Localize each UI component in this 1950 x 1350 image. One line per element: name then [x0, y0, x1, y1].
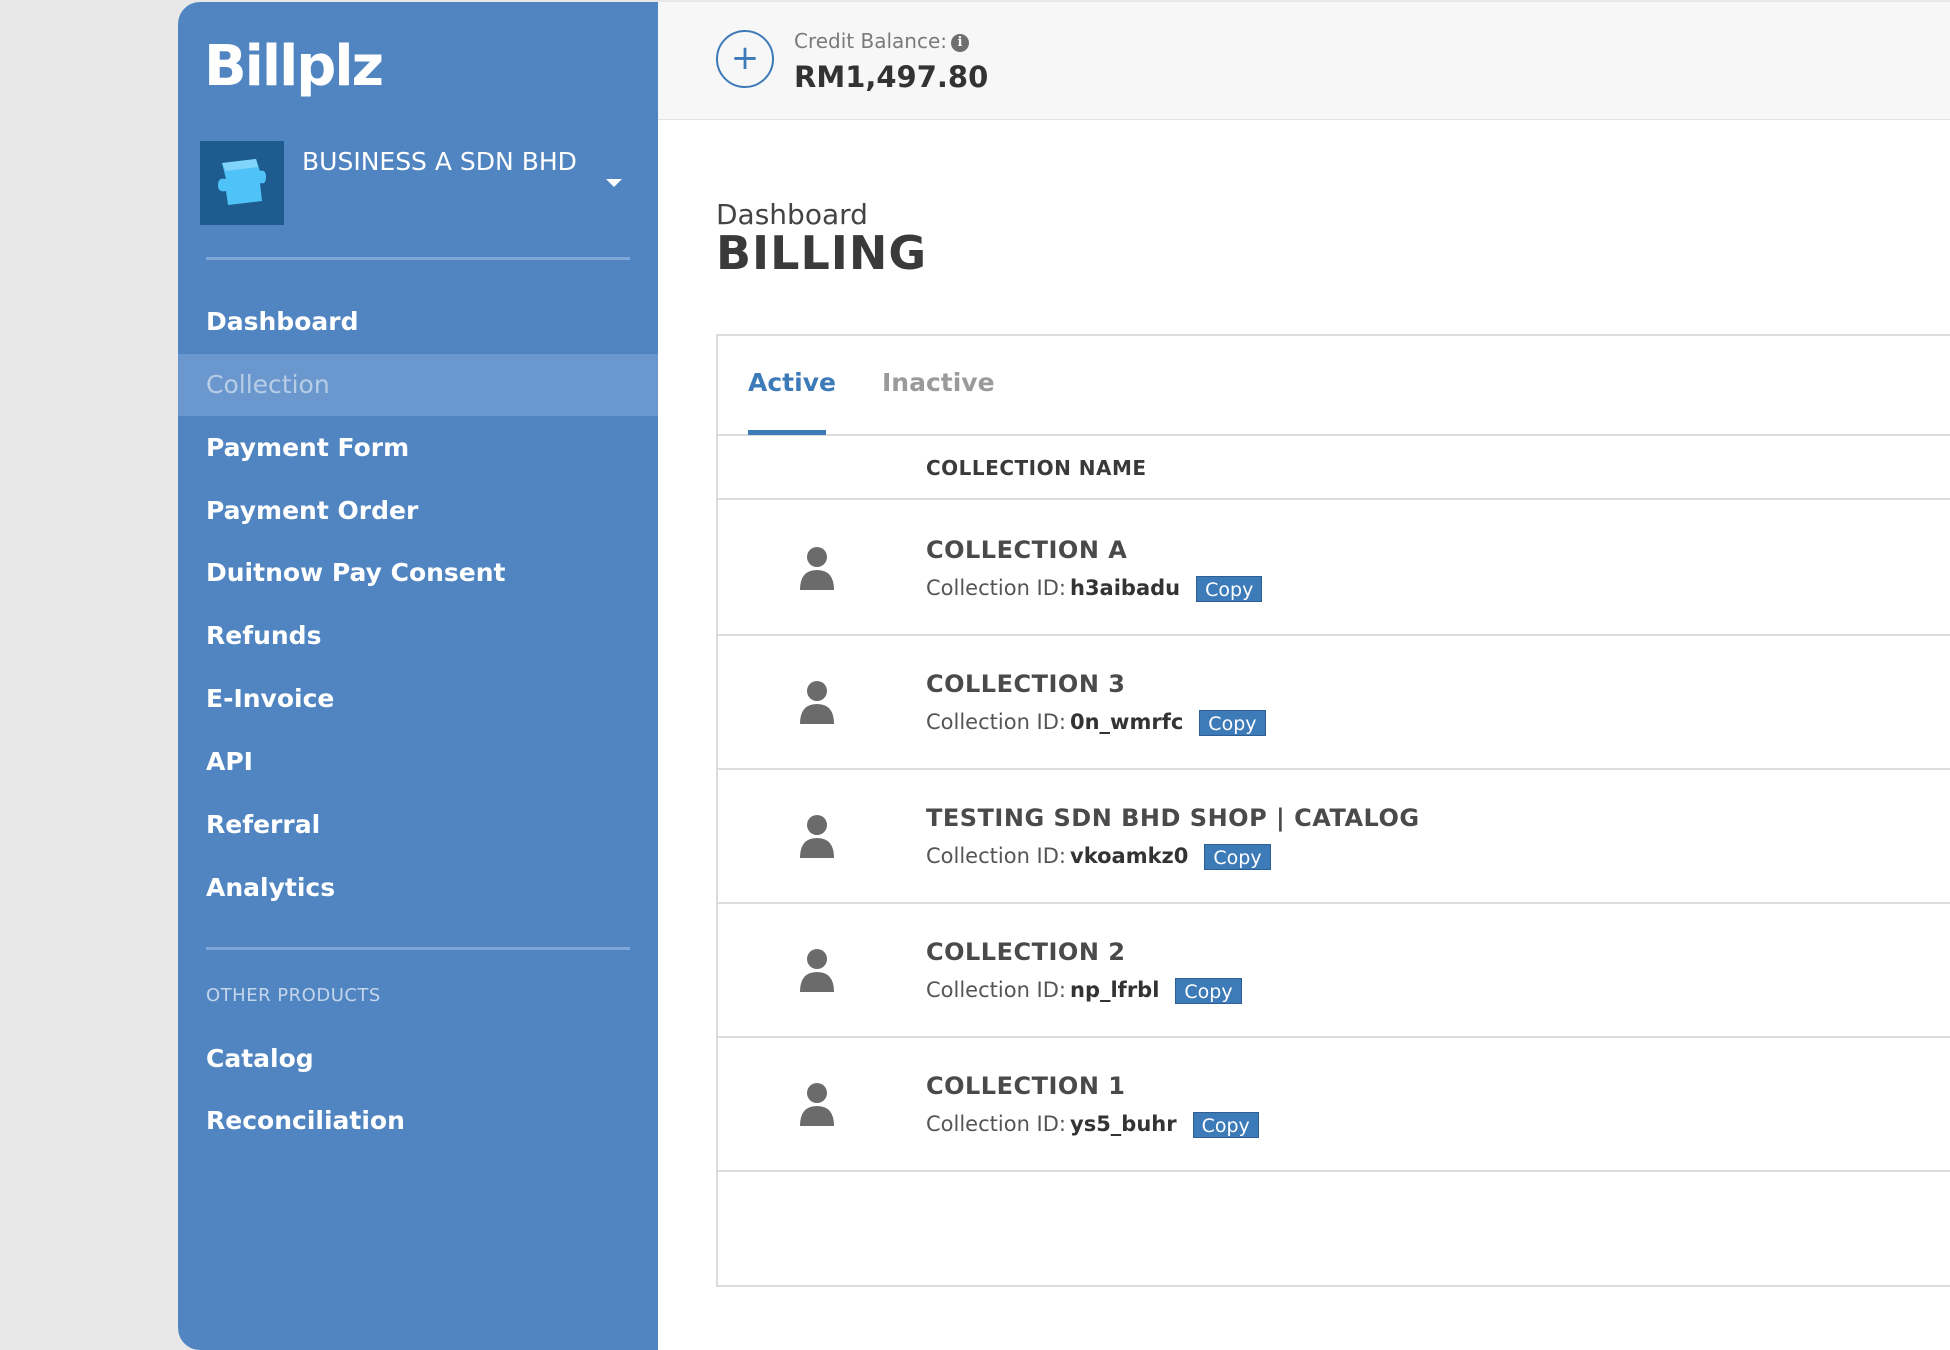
table-header: COLLECTION NAME — [718, 436, 1950, 500]
collection-id-value: vkoamkz0 — [1070, 844, 1189, 868]
collection-id: Collection ID: ys5_buhr Copy — [926, 1112, 1259, 1138]
caret-down-icon — [606, 179, 622, 187]
credit-balance-label-text: Credit Balance: — [794, 29, 948, 53]
puzzle-logo-icon — [218, 159, 266, 205]
sidebar-item-refunds[interactable]: Refunds — [178, 605, 658, 667]
sidebar-item-reconciliation[interactable]: Reconciliation — [178, 1090, 658, 1152]
sidebar-item-catalog[interactable]: Catalog — [178, 1028, 658, 1090]
collection-id: Collection ID: 0n_wmrfc Copy — [926, 710, 1266, 736]
sidebar-divider — [206, 947, 630, 950]
page-title: BILLING — [716, 226, 928, 280]
user-icon — [800, 815, 834, 858]
collection-id: Collection ID: h3aibadu Copy — [926, 576, 1263, 602]
table-row[interactable]: COLLECTION 1 Collection ID: ys5_buhr Copy — [718, 1038, 1950, 1172]
collection-id: Collection ID: vkoamkz0 Copy — [926, 844, 1271, 870]
collection-name[interactable]: COLLECTION A — [926, 536, 1127, 564]
collection-name[interactable]: COLLECTION 3 — [926, 670, 1125, 698]
billplz-logo[interactable]: Billplz — [204, 34, 384, 99]
collection-id-value: h3aibadu — [1070, 576, 1181, 600]
info-icon[interactable]: i — [951, 33, 970, 52]
sidebar-item-referral[interactable]: Referral — [178, 794, 658, 856]
sidebar: Billplz BUSINESS A SDN BHD Dashboard Col… — [178, 2, 658, 1350]
collection-id-label: Collection ID: — [926, 1112, 1066, 1136]
app-window: Billplz BUSINESS A SDN BHD Dashboard Col… — [178, 2, 1950, 1350]
tab-active[interactable]: Active — [748, 368, 836, 397]
collection-id-value: 0n_wmrfc — [1070, 710, 1184, 734]
sidebar-item-api[interactable]: API — [178, 731, 658, 793]
tab-inactive[interactable]: Inactive — [882, 368, 995, 397]
user-icon — [800, 681, 834, 724]
copy-button[interactable]: Copy — [1175, 978, 1242, 1004]
credit-balance-label: Credit Balance: i — [794, 29, 970, 53]
collection-name[interactable]: COLLECTION 2 — [926, 938, 1125, 966]
copy-button[interactable]: Copy — [1196, 576, 1263, 602]
top-bar: + Credit Balance: i RM1,497.80 — [658, 2, 1950, 120]
collection-id-value: np_lfrbl — [1070, 978, 1160, 1002]
sidebar-item-analytics[interactable]: Analytics — [178, 857, 658, 919]
collection-name[interactable]: TESTING SDN BHD SHOP | CATALOG — [926, 804, 1420, 832]
table-row[interactable]: COLLECTION 3 Collection ID: 0n_wmrfc Copy — [718, 636, 1950, 770]
collection-id-label: Collection ID: — [926, 576, 1066, 600]
collection-id-value: ys5_buhr — [1070, 1112, 1177, 1136]
collections-panel: Active Inactive COLLECTION NAME COLLECTI… — [716, 334, 1950, 1287]
sidebar-item-duitnow-pay-consent[interactable]: Duitnow Pay Consent — [178, 542, 658, 604]
sidebar-item-payment-order[interactable]: Payment Order — [178, 480, 658, 542]
sidebar-item-dashboard[interactable]: Dashboard — [178, 291, 658, 353]
collection-name[interactable]: COLLECTION 1 — [926, 1072, 1125, 1100]
active-tab-indicator — [748, 430, 826, 435]
collection-id-label: Collection ID: — [926, 710, 1066, 734]
collection-id-label: Collection ID: — [926, 978, 1066, 1002]
sidebar-item-collection[interactable]: Collection — [178, 354, 658, 416]
credit-balance-value: RM1,497.80 — [794, 60, 989, 94]
collection-id-label: Collection ID: — [926, 844, 1066, 868]
sidebar-divider — [206, 257, 630, 260]
account-switcher[interactable]: BUSINESS A SDN BHD — [200, 141, 640, 227]
plus-icon: + — [730, 38, 760, 78]
user-icon — [800, 547, 834, 590]
collection-id: Collection ID: np_lfrbl Copy — [926, 978, 1242, 1004]
add-credit-button[interactable]: + — [716, 30, 774, 88]
account-avatar — [200, 141, 284, 225]
table-row[interactable]: COLLECTION A Collection ID: h3aibadu Copy — [718, 502, 1950, 636]
copy-button[interactable]: Copy — [1199, 710, 1266, 736]
user-icon — [800, 949, 834, 992]
column-header-collection-name: COLLECTION NAME — [926, 456, 1147, 480]
sidebar-item-payment-form[interactable]: Payment Form — [178, 417, 658, 479]
tab-bar: Active Inactive — [718, 336, 1950, 436]
user-icon — [800, 1083, 834, 1126]
copy-button[interactable]: Copy — [1192, 1112, 1259, 1138]
table-row[interactable]: COLLECTION 2 Collection ID: np_lfrbl Copy — [718, 904, 1950, 1038]
sidebar-item-e-invoice[interactable]: E-Invoice — [178, 668, 658, 730]
table-row[interactable]: TESTING SDN BHD SHOP | CATALOG Collectio… — [718, 770, 1950, 904]
account-name: BUSINESS A SDN BHD — [302, 147, 577, 176]
other-products-heading: OTHER PRODUCTS — [206, 985, 381, 1006]
copy-button[interactable]: Copy — [1204, 844, 1271, 870]
